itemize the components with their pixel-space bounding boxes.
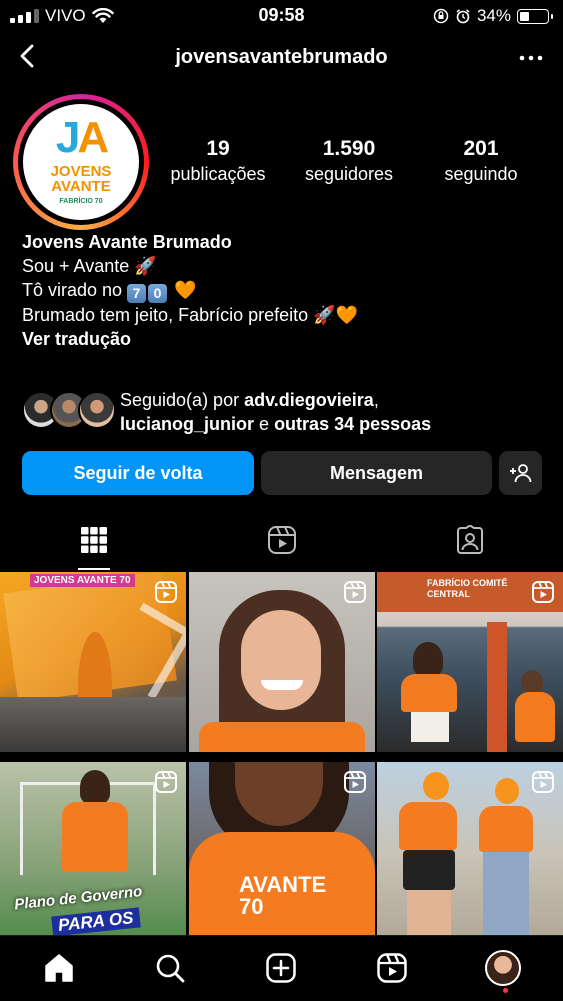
post-4-caption-2: PARA OS [51,907,141,937]
post-2[interactable] [189,572,375,752]
stat-following[interactable]: 201 seguindo [421,136,541,186]
post-1[interactable]: JOVENS AVANTE 70 [0,572,186,752]
translate-link[interactable]: Ver tradução [22,327,542,351]
stat-posts-count: 19 [206,137,230,160]
add-person-icon [509,464,531,483]
post-4-caption-1: Plano de Governo [13,882,143,914]
nav-search[interactable] [152,950,188,986]
reel-badge-icon [344,771,366,793]
nav-profile[interactable] [485,950,521,986]
nav-home[interactable] [41,950,77,986]
status-right: 34% [433,6,553,26]
post-1-caption: JOVENS AVANTE 70 [30,574,135,587]
orientation-lock-icon [433,8,449,24]
reel-badge-icon [344,581,366,603]
home-icon [45,954,73,982]
orange-heart-emoji: 🧡 [174,280,197,300]
more-options-icon[interactable] [517,44,545,72]
bottom-navigation [0,935,563,1001]
stat-following-label: seguindo [444,164,518,184]
stat-posts[interactable]: 19 publicações [158,136,278,186]
active-tab-indicator [78,568,110,570]
create-icon [266,953,296,983]
message-button[interactable]: Mensagem [261,451,492,495]
nav-reels[interactable] [374,950,410,986]
post-3[interactable]: FABRÍCIO COMITÊ CENTRAL [377,572,563,752]
bio-line-3: Brumado tem jeito, Fabrício prefeito 🚀🧡 [22,305,358,325]
post-5[interactable]: AVANTE 70 [189,762,375,942]
keycap-seven: 7 [127,284,147,303]
battery-icon [517,8,553,24]
notification-dot [503,988,508,993]
reel-badge-icon [532,771,554,793]
tab-tagged[interactable] [376,510,563,570]
bio-line-2: Tô virado no 70 🧡 [22,280,197,303]
suggested-users-button[interactable] [499,451,542,495]
search-icon [156,954,185,983]
stat-posts-label: publicações [170,164,266,184]
profile-header: jovensavantebrumado [0,34,563,82]
stat-followers-label: seguidores [304,164,394,184]
post-5-caption: AVANTE 70 [239,872,327,919]
tab-reels[interactable] [188,510,375,570]
follower-link-2[interactable]: lucianog_junior [120,414,254,434]
reel-badge-icon [155,771,177,793]
tab-posts-grid[interactable] [0,510,187,570]
profile-name: Jovens Avante Brumado [22,232,232,252]
profile-avatar-thumb [485,950,521,986]
followers-others-link[interactable]: outras 34 pessoas [274,414,431,434]
post-4[interactable]: Plano de Governo PARA OS [0,762,186,942]
keycap-zero: 0 [148,284,168,303]
reels-icon [267,526,296,554]
tagged-icon [456,525,483,554]
content-tabs [0,510,563,570]
followed-by[interactable]: Seguido(a) por adv.diegovieira, lucianog… [22,388,562,436]
reel-badge-icon [532,581,554,603]
follow-back-button[interactable]: Seguir de volta [22,451,254,495]
nav-create[interactable] [263,950,299,986]
grid-icon [80,527,107,553]
profile-avatar[interactable]: JA JOVENS AVANTE FABRÍCIO 70 [13,94,149,230]
bio-line-1: Sou + Avante 🚀 [22,256,157,276]
reels-icon [377,953,407,983]
alarm-icon [456,9,470,24]
followed-by-text: Seguido(a) por adv.diegovieira, lucianog… [120,390,432,434]
brand-logo: JA JOVENS AVANTE FABRÍCIO 70 [23,104,139,220]
status-bar: VIVO 09:58 34% [0,0,563,32]
battery-percent: 34% [476,6,511,25]
stat-followers-count: 1.590 [322,137,376,160]
profile-bio: Jovens Avante Brumado Sou + Avante 🚀 Tô … [22,230,542,351]
stat-following-count: 201 [463,137,499,160]
posts-grid: JOVENS AVANTE 70 FABRÍCIO COMITÊ CENTRAL… [0,572,563,942]
back-arrow-icon[interactable] [14,42,42,70]
reel-badge-icon [155,581,177,603]
post-3-caption: FABRÍCIO COMITÊ CENTRAL [427,578,508,599]
post-6[interactable] [377,762,563,942]
follower-link-1[interactable]: adv.diegovieira [244,390,374,410]
stat-followers[interactable]: 1.590 seguidores [289,136,409,186]
header-username: jovensavantebrumado [175,46,388,68]
follower-avatar-3 [78,391,116,429]
